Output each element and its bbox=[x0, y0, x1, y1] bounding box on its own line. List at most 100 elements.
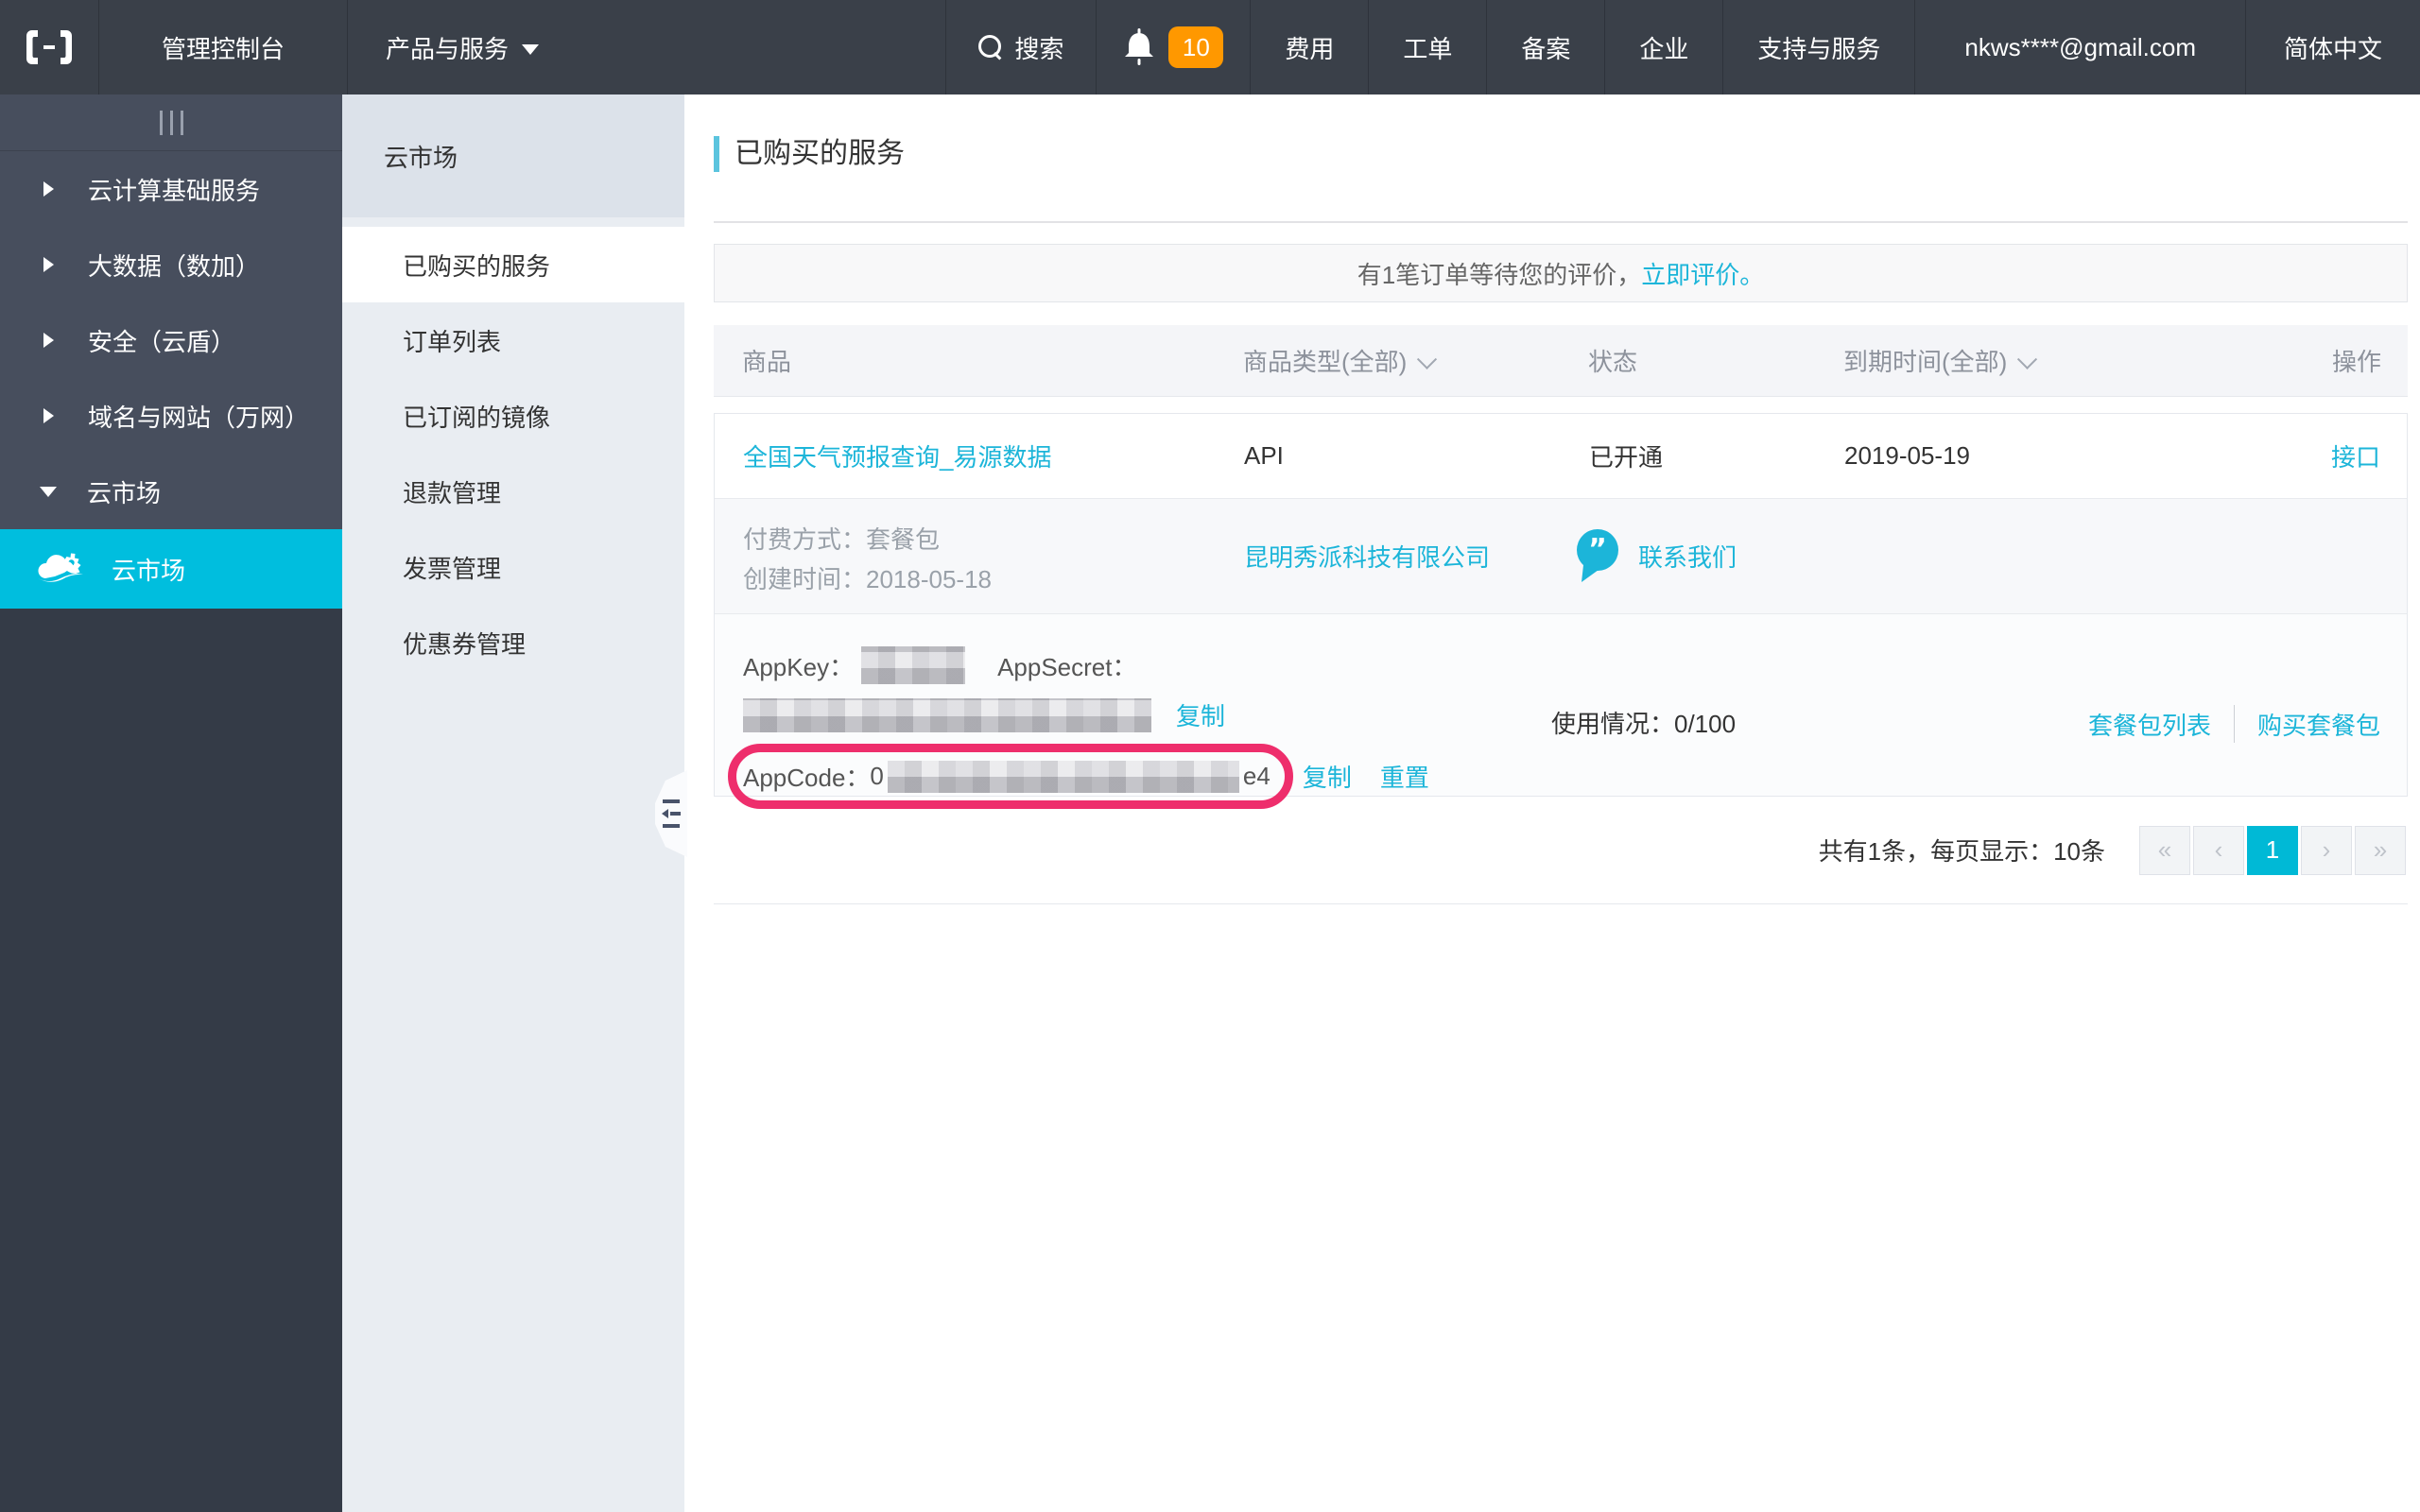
page-title: 已购买的服务 bbox=[714, 136, 2408, 172]
svg-text:”: ” bbox=[1588, 533, 1607, 566]
nav-item-enterprise-label: 企业 bbox=[1639, 34, 1689, 63]
sidebar-filler bbox=[0, 609, 342, 1512]
chevron-down-icon bbox=[1417, 349, 1438, 369]
appsecret-value-redacted bbox=[743, 697, 1151, 732]
secondary-sidebar: 云市场 已购买的服务 订单列表 已订阅的镜像 退款管理 发票管理 优惠券管理 bbox=[342, 94, 687, 1512]
nav-item-support-label: 支持与服务 bbox=[1757, 34, 1881, 63]
appcode-prefix: 0 bbox=[870, 762, 884, 790]
appkey-value-redacted bbox=[861, 646, 966, 684]
nav-item-enterprise[interactable]: 企业 bbox=[1604, 0, 1722, 94]
bell-icon bbox=[1125, 28, 1154, 65]
nav-item-tickets[interactable]: 工单 bbox=[1368, 0, 1486, 94]
submenu-item-coupon-management[interactable]: 优惠券管理 bbox=[342, 605, 684, 680]
contact-us[interactable]: ” 联系我们 bbox=[1570, 499, 1737, 613]
vertical-divider bbox=[2233, 705, 2235, 743]
page: 管理控制台 产品与服务 搜索 10 费用 工单 备案 企业 支持与服务 nkws… bbox=[0, 0, 2420, 1512]
submenu-collapse-handle[interactable] bbox=[655, 770, 687, 857]
collapse-icon bbox=[663, 799, 680, 803]
sidebar-item-cloud-computing[interactable]: 云计算基础服务 bbox=[0, 151, 342, 227]
submenu-item-purchased-services[interactable]: 已购买的服务 bbox=[342, 227, 684, 302]
notification-badge: 10 bbox=[1168, 26, 1224, 68]
primary-sidebar: 云计算基础服务 大数据（数加） 安全（云盾） 域名与网站（万网） 云市场 云市场 bbox=[0, 94, 342, 1512]
pagination-page-1-button[interactable]: 1 bbox=[2247, 825, 2298, 875]
language-switcher[interactable]: 简体中文 bbox=[2244, 0, 2420, 94]
sidebar-item-label: 安全（云盾） bbox=[88, 327, 236, 356]
top-navbar: 管理控制台 产品与服务 搜索 10 费用 工单 备案 企业 支持与服务 nkws… bbox=[0, 0, 2420, 94]
account-menu[interactable]: nkws****@gmail.com bbox=[1914, 0, 2245, 94]
console-home-link[interactable]: 管理控制台 bbox=[98, 0, 347, 94]
nav-item-support[interactable]: 支持与服务 bbox=[1722, 0, 1914, 94]
review-now-link[interactable]: 立即评价。 bbox=[1641, 256, 1764, 291]
submenu-item-order-list[interactable]: 订单列表 bbox=[342, 302, 684, 378]
pagination-first-button[interactable]: « bbox=[2139, 825, 2190, 875]
pagination-prev-button[interactable]: ‹ bbox=[2193, 825, 2244, 875]
api-action-link[interactable]: 接口 bbox=[2331, 443, 2380, 472]
submenu-item-invoice-management[interactable]: 发票管理 bbox=[342, 529, 684, 605]
appcode-highlighted-group: AppCode： 0 e4 bbox=[728, 744, 1293, 809]
sidebar-active-label: 云市场 bbox=[112, 556, 186, 585]
account-email: nkws****@gmail.com bbox=[1964, 32, 2196, 61]
submenu-item-refund-management[interactable]: 退款管理 bbox=[342, 454, 684, 529]
chevron-down-icon bbox=[2017, 349, 2038, 369]
expire-date: 2019-05-19 bbox=[1844, 441, 1970, 470]
usage-status: 使用情况：0/100 bbox=[1551, 710, 1737, 738]
notifications-button[interactable]: 10 bbox=[1096, 0, 1250, 94]
sidebar-item-label: 域名与网站（万网） bbox=[88, 403, 310, 432]
sidebar-item-cloud-market-group[interactable]: 云市场 bbox=[0, 454, 342, 529]
copy-appsecret-link[interactable]: 复制 bbox=[1176, 697, 1225, 732]
nav-item-icp[interactable]: 备案 bbox=[1486, 0, 1604, 94]
sidebar-item-label: 云市场 bbox=[87, 478, 162, 507]
sidebar-item-security[interactable]: 安全（云盾） bbox=[0, 302, 342, 378]
col-header-expire[interactable]: 到期时间(全部) bbox=[1824, 343, 2146, 378]
products-services-label: 产品与服务 bbox=[386, 34, 510, 63]
search-label: 搜索 bbox=[1014, 34, 1064, 63]
sidebar-item-big-data[interactable]: 大数据（数加） bbox=[0, 227, 342, 302]
cloud-market-icon bbox=[38, 553, 83, 582]
nav-item-tickets-label: 工单 bbox=[1403, 34, 1453, 63]
submenu-item-subscribed-images[interactable]: 已订阅的镜像 bbox=[342, 378, 684, 454]
sidebar-collapse-handle[interactable] bbox=[0, 94, 342, 151]
arrow-left-icon bbox=[662, 809, 668, 818]
copy-appcode-link[interactable]: 复制 bbox=[1303, 759, 1352, 794]
product-type: API bbox=[1244, 441, 1284, 470]
review-notice-bar: 有1笔订单等待您的评价， 立即评价。 bbox=[714, 244, 2408, 302]
nav-item-icp-label: 备案 bbox=[1521, 34, 1571, 63]
reset-appcode-link[interactable]: 重置 bbox=[1380, 759, 1429, 794]
triangle-right-icon bbox=[43, 181, 54, 197]
col-header-product: 商品 bbox=[742, 348, 792, 376]
chevron-down-icon bbox=[522, 43, 540, 55]
pagination-last-button[interactable]: » bbox=[2355, 825, 2406, 875]
product-link[interactable]: 全国天气预报查询_易源数据 bbox=[743, 443, 1051, 472]
sidebar-item-cloud-market-active[interactable]: 云市场 bbox=[0, 529, 342, 609]
col-header-action: 操作 bbox=[2331, 348, 2381, 376]
appcode-label: AppCode： bbox=[743, 764, 871, 792]
pagination-next-button[interactable]: › bbox=[2301, 825, 2352, 875]
service-card: 全国天气预报查询_易源数据 API 已开通 2019-05-19 接口 付费方式… bbox=[714, 413, 2408, 809]
col-header-type[interactable]: 商品类型(全部) bbox=[1229, 343, 1569, 378]
pagination-summary: 共有1条，每页显示：10条 bbox=[1818, 837, 2105, 866]
pagination: « ‹ 1 › » bbox=[2139, 825, 2406, 875]
alibaba-cloud-logo-icon bbox=[26, 30, 72, 64]
alibaba-cloud-logo[interactable] bbox=[0, 0, 98, 94]
nav-item-billing[interactable]: 费用 bbox=[1250, 0, 1368, 94]
appcode-value-redacted bbox=[887, 760, 1239, 793]
products-services-menu[interactable]: 产品与服务 bbox=[347, 0, 577, 94]
triangle-right-icon bbox=[43, 333, 54, 348]
appcode-line: AppCode： 0 e4 复制 重置 bbox=[715, 744, 2407, 809]
package-list-link[interactable]: 套餐包列表 bbox=[2088, 707, 2211, 742]
buy-package-link[interactable]: 购买套餐包 bbox=[2257, 707, 2380, 742]
credentials-row: AppKey： AppSecret： 复制 AppCode： 0 e4 复制 重… bbox=[715, 614, 2407, 809]
vendor-link[interactable]: 昆明秀派科技有限公司 bbox=[1244, 539, 1490, 574]
appkey-label: AppKey： bbox=[743, 652, 855, 681]
package-actions: 套餐包列表 购买套餐包 bbox=[2088, 705, 2380, 743]
contact-us-link[interactable]: 联系我们 bbox=[1638, 539, 1737, 574]
sidebar-nav: 云计算基础服务 大数据（数加） 安全（云盾） 域名与网站（万网） 云市场 bbox=[0, 151, 342, 529]
sidebar-item-domains[interactable]: 域名与网站（万网） bbox=[0, 378, 342, 454]
pay-info: 付费方式：套餐包 创建时间：2018-05-18 bbox=[715, 499, 1230, 613]
language-label: 简体中文 bbox=[2283, 34, 2382, 63]
search-button[interactable]: 搜索 bbox=[945, 0, 1096, 94]
table-row: 全国天气预报查询_易源数据 API 已开通 2019-05-19 接口 bbox=[715, 414, 2407, 499]
table-footer: 共有1条，每页显示：10条 « ‹ 1 › » bbox=[714, 797, 2408, 904]
status-badge: 已开通 bbox=[1589, 443, 1664, 472]
submenu-title: 云市场 bbox=[342, 94, 684, 217]
